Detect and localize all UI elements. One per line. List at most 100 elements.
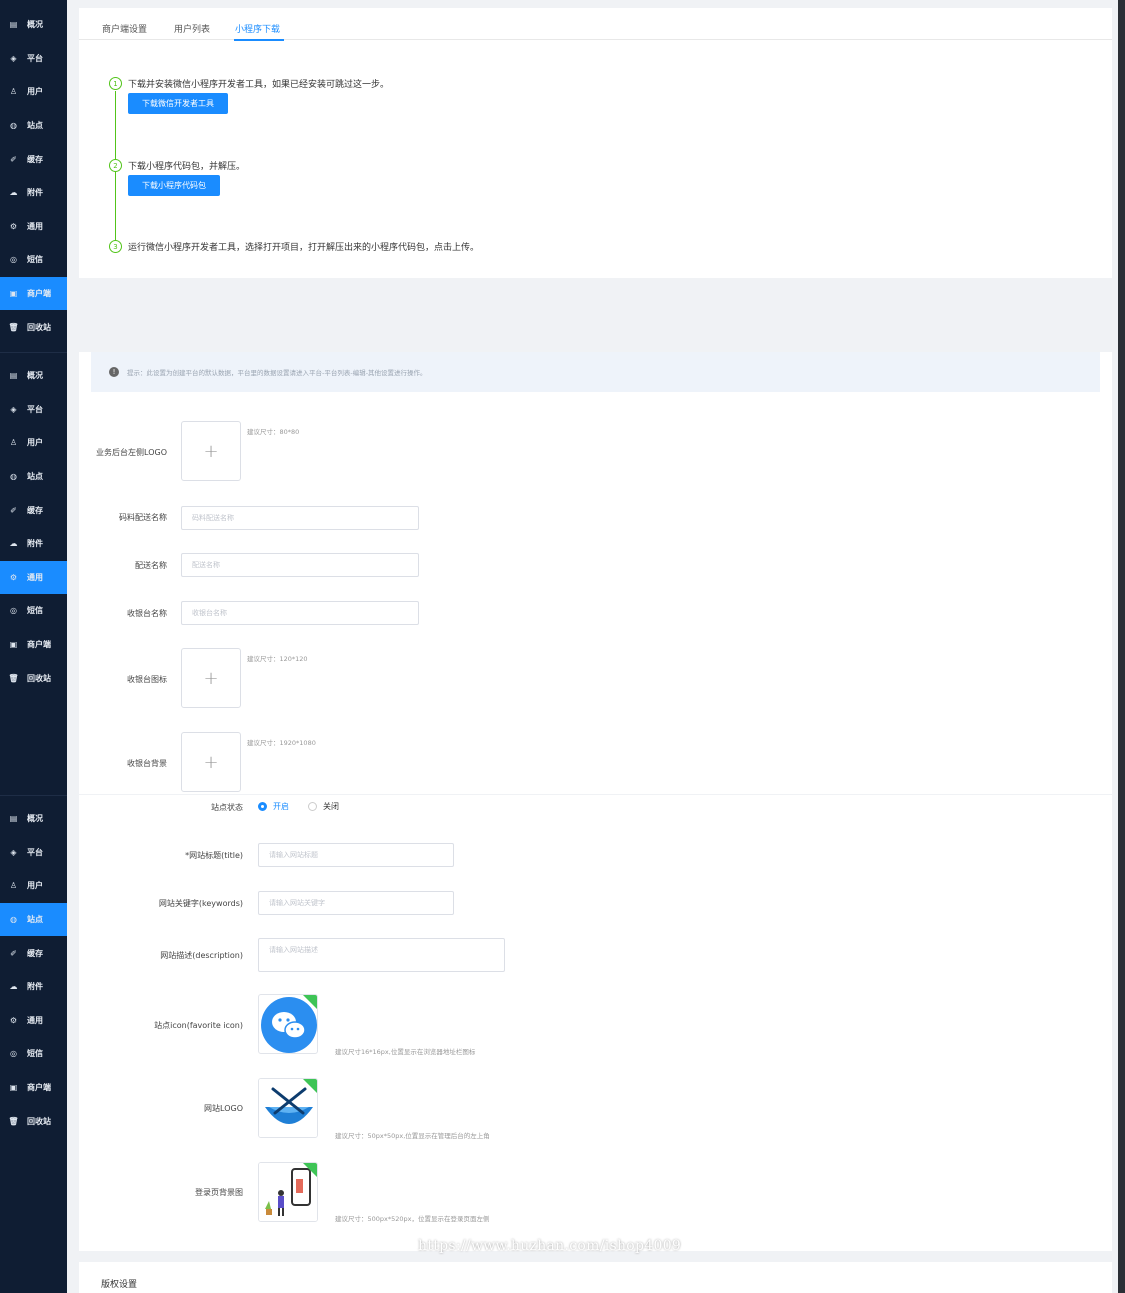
code-delivery-input[interactable]: 码料配送名称 xyxy=(181,506,419,530)
plus-icon: + xyxy=(203,751,219,773)
sidebar-item[interactable]: 🗑 回收站 xyxy=(0,661,67,695)
sidebar-item[interactable]: ♙ 用户 xyxy=(0,869,67,903)
download-codepack-button[interactable]: 下载小程序代码包 xyxy=(128,175,220,196)
delivery-name-label: 配送名称 xyxy=(135,561,167,570)
sidebar-item[interactable]: ◍ 站点 xyxy=(0,109,67,143)
site-settings-panel: 站点状态 开启 关闭 *网站标题(title) 请输入网站标题 网站关键字(ke… xyxy=(79,795,1112,1251)
dashboard-icon: ▤ xyxy=(9,371,18,381)
radio-checked-icon xyxy=(258,802,267,811)
info-icon: ! xyxy=(109,367,119,377)
sidebar-item[interactable]: ◎ 短信 xyxy=(0,1037,67,1071)
sidebar-item-label: 附件 xyxy=(27,982,43,992)
sidebar-item-label: 附件 xyxy=(27,188,43,198)
sidebar-divider xyxy=(0,352,67,353)
wechat-icon xyxy=(261,997,317,1053)
cashier-bg-upload[interactable]: + xyxy=(181,732,241,792)
sidebar-item[interactable]: ◈ 平台 xyxy=(0,42,67,76)
sidebar-item[interactable]: 🗑 回收站 xyxy=(0,310,67,344)
site-description-label: 网站描述(description) xyxy=(160,951,243,960)
sidebar-item[interactable]: ◈ 平台 xyxy=(0,836,67,870)
sidebar-item-label: 站点 xyxy=(27,472,43,482)
sidebar-item[interactable]: ⚙ 通用 xyxy=(0,560,67,595)
status-off-label: 关闭 xyxy=(323,802,339,811)
cache-icon: ✐ xyxy=(10,505,17,515)
cloud-upload-icon: ☁ xyxy=(9,982,18,992)
sidebar-item[interactable]: ⚙ 通用 xyxy=(0,210,67,244)
sidebar-item[interactable]: ▣ 商户端 xyxy=(0,276,67,311)
sidebar-item[interactable]: ♙ 用户 xyxy=(0,75,67,109)
cashier-bg-hint: 建议尺寸：1920*1080 xyxy=(247,739,316,747)
sidebar-item[interactable]: 🗑 回收站 xyxy=(0,1104,67,1138)
step-1-text: 下载并安装微信小程序开发者工具，如果已经安装可跳过这一步。 xyxy=(128,80,390,90)
sidebar-group-3: ▤ 概况 ◈ 平台 ♙ 用户 ◍ 站点 ✐ 缓存 ☁ 附件 ⚙ 通用 ◎ 短信 ▣ 商户端 🗑 回收站 xyxy=(0,802,67,1138)
tab-user-list[interactable]: 用户列表 xyxy=(174,22,210,35)
sidebar-item[interactable]: ☁ 附件 xyxy=(0,527,67,561)
login-bg-upload[interactable] xyxy=(258,1162,318,1222)
sidebar: ▤ 概况 ◈ 平台 ♙ 用户 ◍ 站点 ✐ 缓存 ☁ 附件 ⚙ 通用 ◎ 短信 ▣ 商户端 🗑 回收站 ▤ 概况 ◈ 平台 ♙… xyxy=(0,0,67,1293)
sidebar-item[interactable]: ▤ 概况 xyxy=(0,802,67,836)
sidebar-item-label: 商户端 xyxy=(27,1083,51,1093)
sms-icon: ◎ xyxy=(10,1049,17,1059)
tab-bar: 商户端设置 用户列表 小程序下载 xyxy=(79,8,1112,41)
cashier-icon-hint: 建议尺寸：120*120 xyxy=(247,655,308,663)
tab-merchant-settings[interactable]: 商户端设置 xyxy=(102,22,147,35)
sidebar-item-label: 回收站 xyxy=(27,1116,51,1126)
dashboard-icon: ▤ xyxy=(9,814,18,824)
user-icon: ♙ xyxy=(9,87,18,97)
sidebar-item-label: 平台 xyxy=(27,404,43,414)
cashier-bg-label: 收银台背景 xyxy=(127,759,167,768)
platform-icon: ◈ xyxy=(10,53,17,63)
site-description-textarea[interactable]: 请输入网站描述 xyxy=(258,938,505,972)
status-on-radio[interactable]: 开启 xyxy=(258,801,289,812)
delivery-name-input[interactable]: 配送名称 xyxy=(181,553,419,577)
sidebar-item[interactable]: ✐ 缓存 xyxy=(0,493,67,527)
sidebar-divider xyxy=(0,795,67,796)
cashier-name-input[interactable]: 收银台名称 xyxy=(181,601,419,625)
sidebar-item-label: 概况 xyxy=(27,371,43,381)
site-keywords-input[interactable]: 请输入网站关键字 xyxy=(258,891,454,915)
sidebar-item[interactable]: ♙ 用户 xyxy=(0,426,67,460)
default-settings-panel: ! 提示：此设置为创建平台的默认数据，平台里的数据设置请进入平台-平台列表-编辑… xyxy=(79,352,1112,794)
favicon-upload[interactable] xyxy=(258,994,318,1054)
settings-icon: ⚙ xyxy=(9,572,18,582)
sidebar-item[interactable]: ◎ 短信 xyxy=(0,594,67,628)
status-off-radio[interactable]: 关闭 xyxy=(308,801,339,812)
sidebar-item[interactable]: ✐ 缓存 xyxy=(0,936,67,970)
cashier-icon-upload[interactable]: + xyxy=(181,648,241,708)
cache-icon: ✐ xyxy=(10,948,17,958)
sidebar-item[interactable]: ◍ 站点 xyxy=(0,902,67,937)
backend-logo-upload[interactable]: + xyxy=(181,421,241,481)
sidebar-item[interactable]: ◍ 站点 xyxy=(0,460,67,494)
merchant-icon: ▣ xyxy=(9,289,18,299)
sidebar-item[interactable]: ☁ 附件 xyxy=(0,176,67,210)
sidebar-item[interactable]: ⚙ 通用 xyxy=(0,1004,67,1038)
trash-icon: 🗑 xyxy=(8,322,19,332)
sidebar-item-label: 通用 xyxy=(27,221,43,231)
tab-miniprogram-download[interactable]: 小程序下载 xyxy=(235,22,280,35)
site-logo-label: 网站LOGO xyxy=(204,1104,243,1113)
cashier-icon-label: 收银台图标 xyxy=(127,675,167,684)
user-icon: ♙ xyxy=(9,881,18,891)
watermark-text: https://www.huzhan.com/ishop4009 xyxy=(418,1238,682,1254)
site-keywords-label: 网站关键字(keywords) xyxy=(158,899,243,908)
sidebar-item[interactable]: ▤ 概况 xyxy=(0,8,67,42)
sidebar-item[interactable]: ▤ 概况 xyxy=(0,359,67,393)
page-scrollbar[interactable] xyxy=(1118,0,1125,1293)
step-1-indicator: 1 xyxy=(109,77,122,90)
login-bg-label: 登录页背景图 xyxy=(195,1188,243,1197)
site-logo-upload[interactable] xyxy=(258,1078,318,1138)
globe-icon: ◍ xyxy=(10,121,17,131)
sidebar-item[interactable]: ☁ 附件 xyxy=(0,970,67,1004)
sidebar-item-label: 概况 xyxy=(27,20,43,30)
sidebar-item[interactable]: ◎ 短信 xyxy=(0,243,67,277)
site-title-input[interactable]: 请输入网站标题 xyxy=(258,843,454,867)
sidebar-item[interactable]: ◈ 平台 xyxy=(0,393,67,427)
miniprogram-download-panel: 商户端设置 用户列表 小程序下载 1 下载并安装微信小程序开发者工具，如果已经安… xyxy=(79,8,1112,278)
cache-icon: ✐ xyxy=(10,154,17,164)
download-devtool-button[interactable]: 下载微信开发者工具 xyxy=(128,93,228,114)
sidebar-item[interactable]: ▣ 商户端 xyxy=(0,628,67,662)
sidebar-item-label: 平台 xyxy=(27,847,43,857)
sidebar-item-label: 回收站 xyxy=(27,673,51,683)
sidebar-item[interactable]: ✐ 缓存 xyxy=(0,142,67,176)
sidebar-item[interactable]: ▣ 商户端 xyxy=(0,1071,67,1105)
